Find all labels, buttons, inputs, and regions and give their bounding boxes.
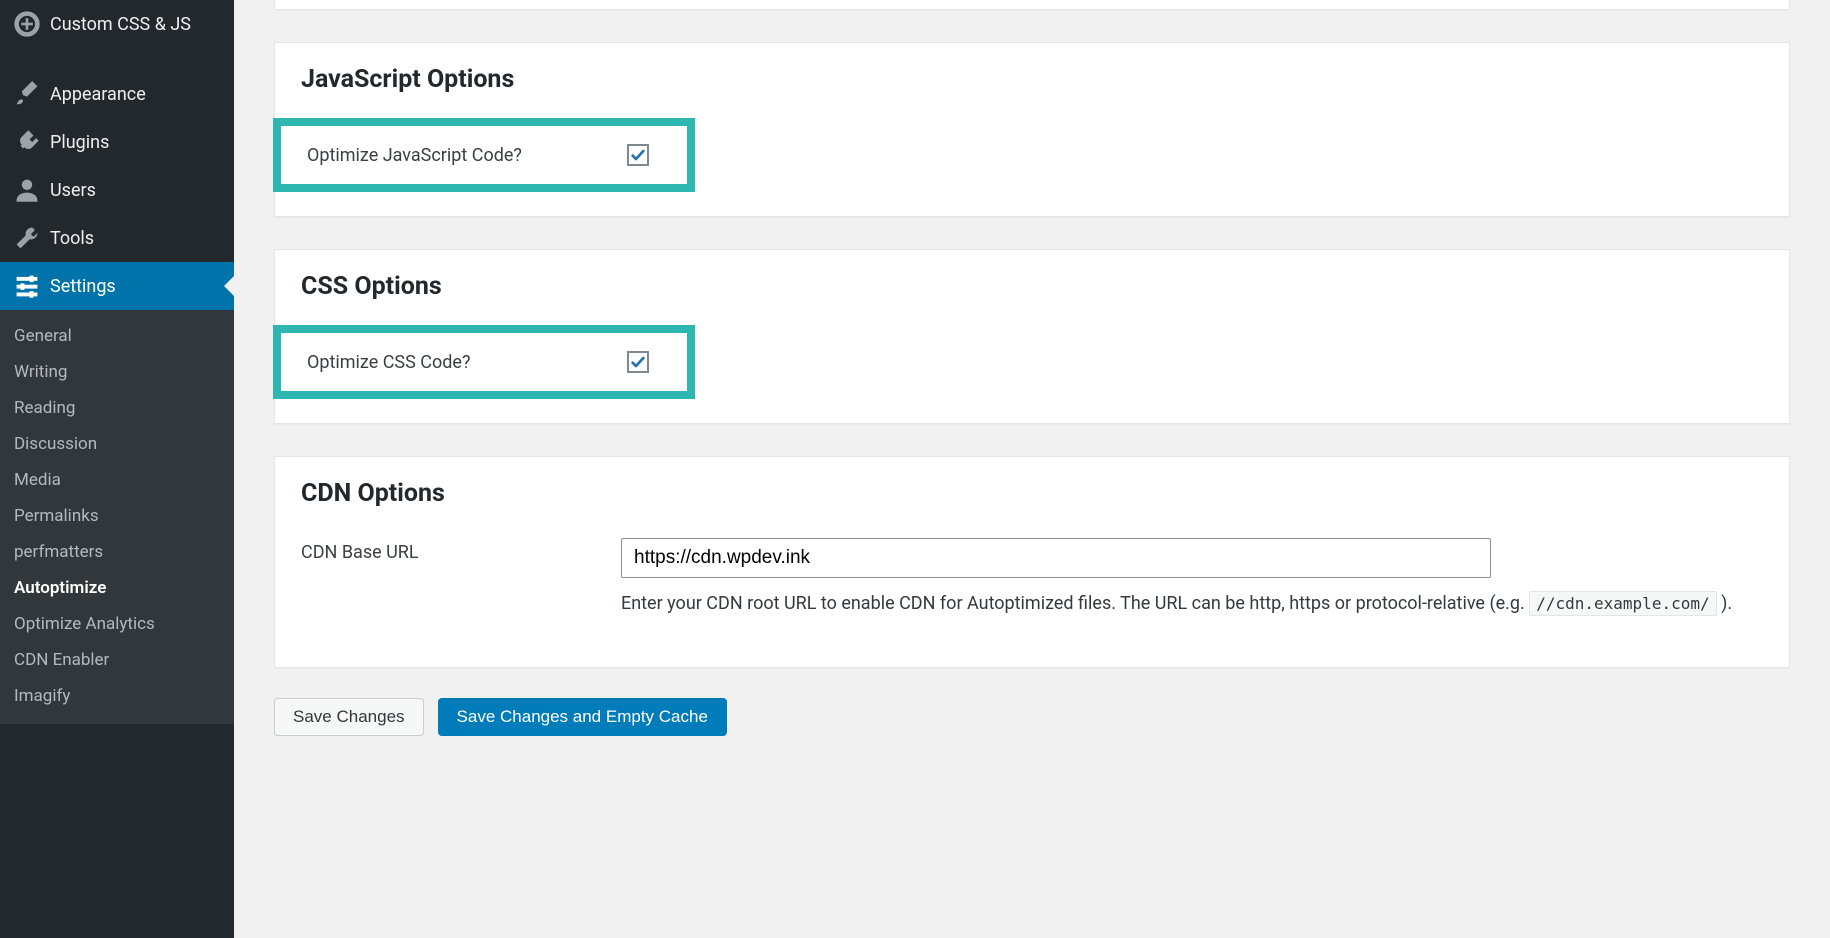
save-changes-button[interactable]: Save Changes — [274, 698, 424, 736]
cdn-help-text: Enter your CDN root URL to enable CDN fo… — [621, 590, 1763, 619]
panel-trim-top — [274, 0, 1790, 10]
main-content: JavaScript Options Optimize JavaScript C… — [234, 0, 1830, 938]
optimize-css-label: Optimize CSS Code? — [307, 352, 627, 373]
settings-submenu: General Writing Reading Discussion Media… — [0, 310, 234, 724]
submenu-item-writing[interactable]: Writing — [0, 354, 234, 390]
optimize-css-checkbox[interactable] — [627, 351, 649, 373]
submenu-item-general[interactable]: General — [0, 318, 234, 354]
optimize-js-checkbox[interactable] — [627, 144, 649, 166]
submenu-item-autoptimize[interactable]: Autoptimize — [0, 570, 234, 606]
submenu-item-cdn-enabler[interactable]: CDN Enabler — [0, 642, 234, 678]
js-optimize-highlight: Optimize JavaScript Code? — [273, 118, 695, 192]
submenu-item-permalinks[interactable]: Permalinks — [0, 498, 234, 534]
submenu-item-discussion[interactable]: Discussion — [0, 426, 234, 462]
optimize-js-label: Optimize JavaScript Code? — [307, 145, 627, 166]
menu-label: Plugins — [50, 132, 109, 153]
cdn-options-panel: CDN Options CDN Base URL Enter your CDN … — [274, 456, 1790, 668]
admin-sidebar: Custom CSS & JS Appearance Plugins Users… — [0, 0, 234, 938]
brush-icon — [14, 82, 40, 106]
menu-label: Settings — [50, 276, 116, 297]
css-options-panel: CSS Options Optimize CSS Code? — [274, 249, 1790, 424]
submenu-item-optimize-analytics[interactable]: Optimize Analytics — [0, 606, 234, 642]
menu-item-users[interactable]: Users — [0, 166, 234, 214]
menu-label: Appearance — [50, 84, 146, 105]
submenu-item-media[interactable]: Media — [0, 462, 234, 498]
submenu-item-imagify[interactable]: Imagify — [0, 678, 234, 714]
menu-item-custom-css-js[interactable]: Custom CSS & JS — [0, 0, 234, 48]
cdn-example-code: //cdn.example.com/ — [1529, 591, 1716, 616]
javascript-options-panel: JavaScript Options Optimize JavaScript C… — [274, 42, 1790, 217]
menu-item-tools[interactable]: Tools — [0, 214, 234, 262]
menu-item-plugins[interactable]: Plugins — [0, 118, 234, 166]
action-buttons: Save Changes Save Changes and Empty Cach… — [274, 698, 1790, 736]
sliders-icon — [14, 274, 40, 298]
menu-label: Tools — [50, 228, 94, 249]
panel-title-css: CSS Options — [275, 250, 1789, 311]
menu-item-settings[interactable]: Settings — [0, 262, 234, 310]
cdn-base-url-row: CDN Base URL Enter your CDN root URL to … — [275, 518, 1789, 639]
plus-circle-icon — [14, 12, 40, 36]
user-icon — [14, 178, 40, 202]
menu-item-appearance[interactable]: Appearance — [0, 70, 234, 118]
css-optimize-highlight: Optimize CSS Code? — [273, 325, 695, 399]
submenu-item-reading[interactable]: Reading — [0, 390, 234, 426]
menu-label: Users — [50, 180, 96, 201]
submenu-item-perfmatters[interactable]: perfmatters — [0, 534, 234, 570]
panel-title-cdn: CDN Options — [275, 457, 1789, 518]
check-icon — [630, 354, 646, 370]
plug-icon — [14, 130, 40, 154]
check-icon — [630, 147, 646, 163]
cdn-base-url-input[interactable] — [621, 538, 1491, 578]
wrench-icon — [14, 226, 40, 250]
panel-title-js: JavaScript Options — [275, 43, 1789, 104]
menu-label: Custom CSS & JS — [50, 14, 191, 35]
cdn-base-url-label: CDN Base URL — [301, 538, 621, 563]
save-empty-cache-button[interactable]: Save Changes and Empty Cache — [438, 698, 727, 736]
